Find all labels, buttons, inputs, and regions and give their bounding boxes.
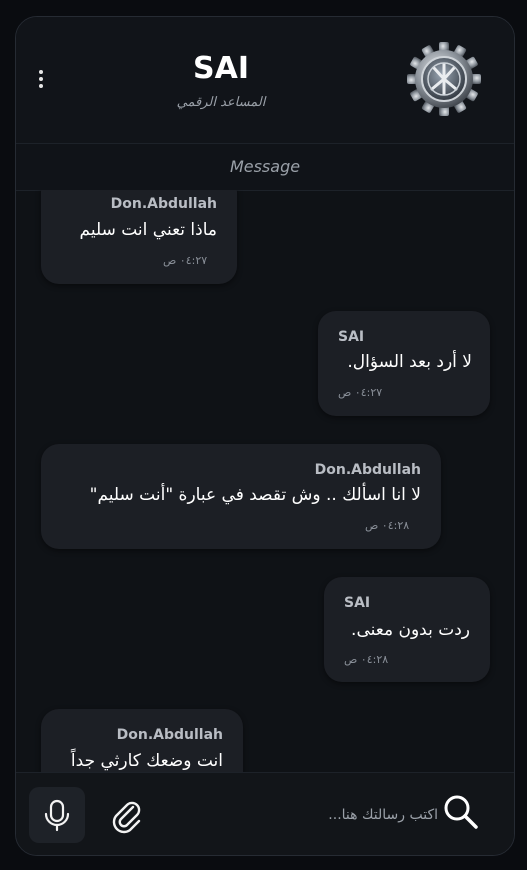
message-sender: SAI	[338, 329, 365, 345]
message-bubble[interactable]: SAI ردت بدون معنى. ٠٤:٢٨ ص	[324, 577, 490, 682]
message-text: انت وضعك كارثي جداً	[70, 751, 223, 771]
message-sender: SAI	[344, 595, 371, 611]
message-bubble[interactable]: Don.Abdullah ماذا تعني انت سليم ٠٤:٢٧ ص	[41, 190, 237, 284]
message-time: ٠٤:٢٧ ص	[163, 254, 208, 267]
message-time: ٠٤:٢٧ ص	[338, 386, 383, 399]
chat-header: SAI المساعد الرقمي	[16, 17, 514, 143]
attach-button[interactable]	[106, 795, 146, 835]
message-input[interactable]	[166, 797, 440, 833]
message-text: لا أرد بعد السؤال.	[347, 352, 472, 372]
microphone-icon	[44, 799, 70, 832]
message-bubble[interactable]: Don.Abdullah انت وضعك كارثي جداً	[41, 709, 243, 772]
composer-bar	[16, 772, 514, 855]
paperclip-icon	[112, 801, 141, 834]
message-text: ماذا تعني انت سليم	[79, 220, 218, 240]
message-sender: Don.Abdullah	[314, 462, 421, 478]
message-divider: Message	[16, 143, 514, 191]
message-text: ردت بدون معنى.	[351, 620, 470, 640]
message-bubble[interactable]: SAI لا أرد بعد السؤال. ٠٤:٢٧ ص	[318, 311, 490, 416]
message-sender: Don.Abdullah	[110, 196, 217, 212]
chat-subtitle: المساعد الرقمي	[176, 95, 266, 110]
mic-button[interactable]	[29, 787, 85, 843]
search-icon	[444, 795, 478, 829]
message-list: Don.Abdullah ماذا تعني انت سليم ٠٤:٢٧ ص …	[16, 190, 514, 772]
message-sender: Don.Abdullah	[116, 727, 223, 743]
chat-title: SAI	[193, 51, 249, 86]
message-text: لا انا اسألك .. وش تقصد في عبارة "أنت سل…	[89, 485, 421, 505]
gear-emblem-icon	[407, 42, 481, 116]
avatar[interactable]	[407, 42, 481, 116]
message-time: ٠٤:٢٨ ص	[365, 519, 410, 532]
message-bubble[interactable]: Don.Abdullah لا انا اسألك .. وش تقصد في …	[41, 444, 441, 549]
message-time: ٠٤:٢٨ ص	[344, 653, 389, 666]
search-button[interactable]	[440, 791, 482, 833]
chat-window: SAI المساعد الرقمي Message Don.Abdullah …	[15, 16, 515, 856]
divider-label: Message	[229, 157, 301, 176]
